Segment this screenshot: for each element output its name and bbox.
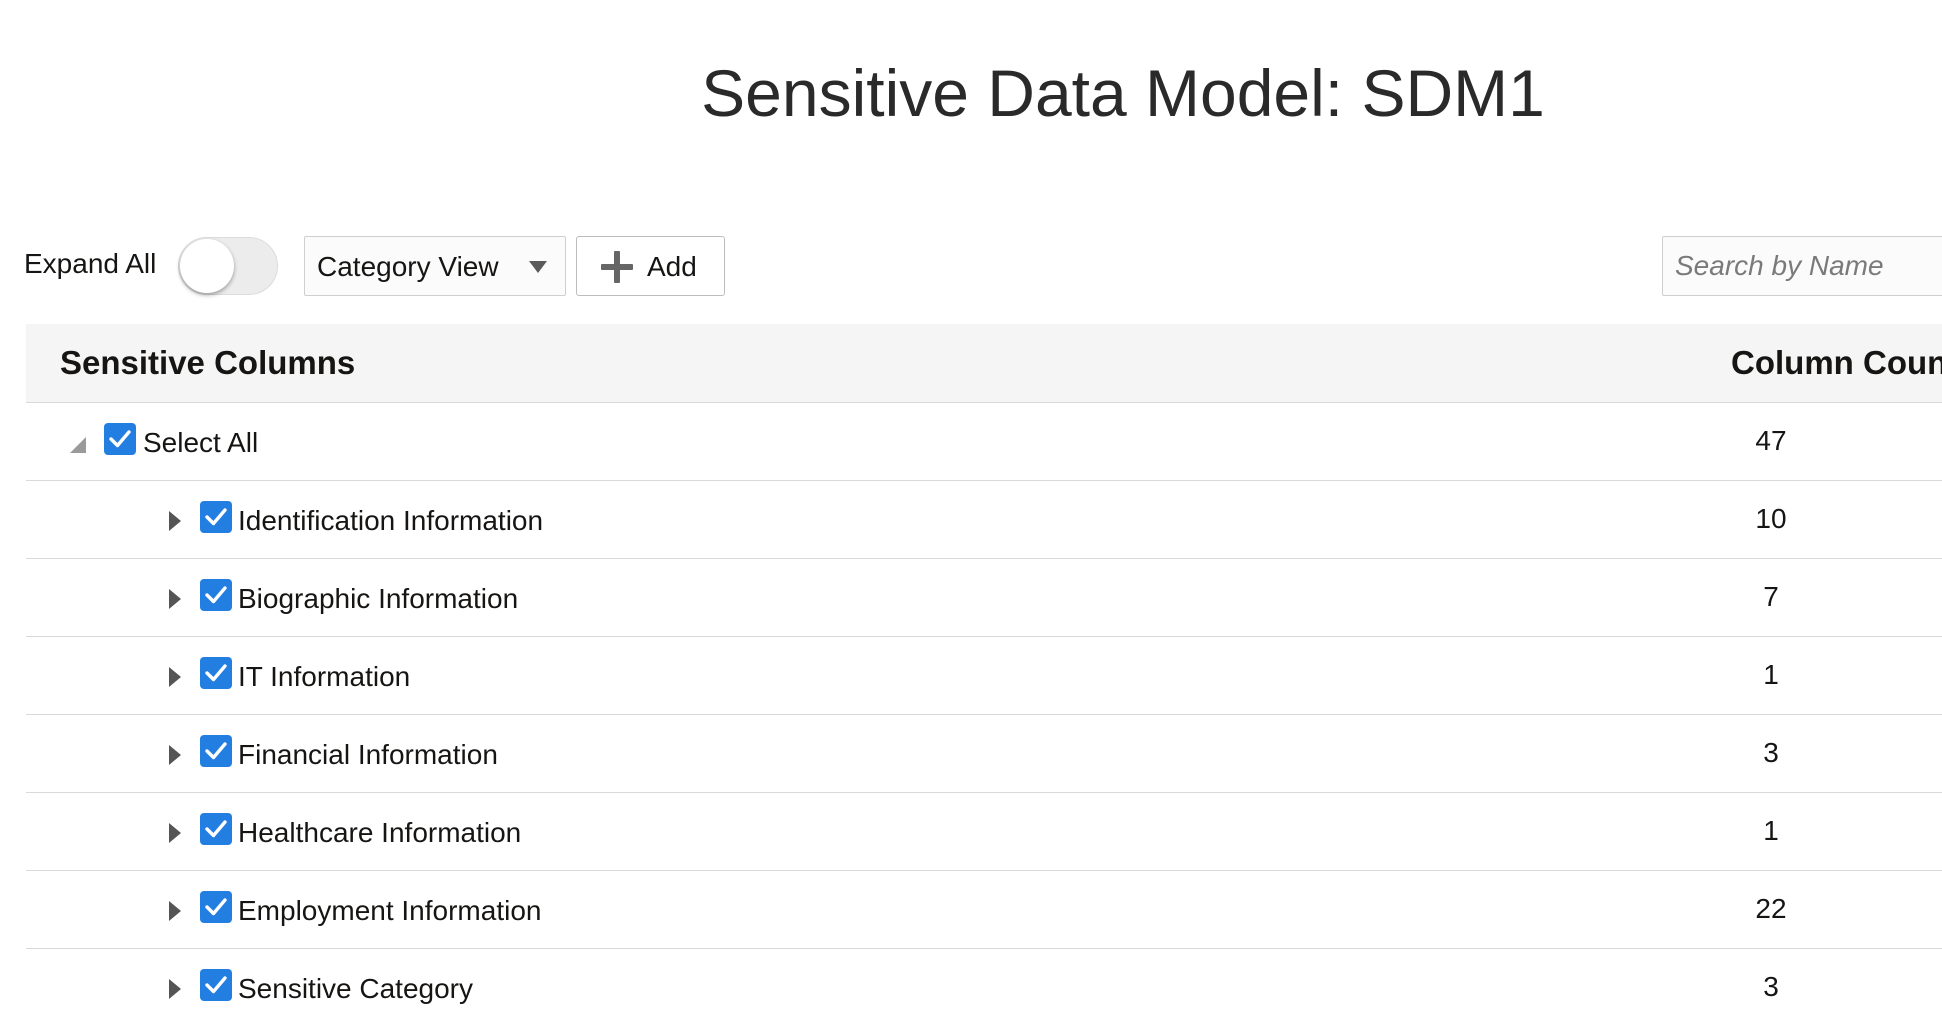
table-row: Identification Information 10 (26, 481, 1942, 559)
row-count: 1 (1763, 815, 1779, 846)
caret-down-icon[interactable] (70, 437, 86, 453)
page: Sensitive Data Model: SDM1 Expand All Ca… (0, 0, 1942, 1022)
row-checkbox[interactable] (200, 891, 232, 923)
column-header-column-count[interactable]: Column Count (1731, 344, 1942, 382)
checkmark-icon (205, 742, 227, 760)
checkmark-icon (205, 664, 227, 682)
caret-right-icon[interactable] (169, 901, 181, 921)
add-button[interactable]: Add (576, 236, 725, 296)
caret-right-icon[interactable] (169, 589, 181, 609)
plus-icon (601, 251, 633, 283)
caret-right-icon[interactable] (169, 979, 181, 999)
select-all-checkbox[interactable] (104, 423, 136, 455)
row-label: Sensitive Category (238, 973, 474, 1004)
row-label: Healthcare Information (238, 817, 522, 848)
view-select[interactable]: Category View (304, 236, 566, 296)
search-box[interactable] (1662, 236, 1942, 296)
row-count: 7 (1763, 581, 1779, 612)
checkmark-icon (205, 508, 227, 526)
caret-right-icon[interactable] (169, 823, 181, 843)
row-count: 22 (1755, 893, 1787, 924)
row-checkbox[interactable] (200, 969, 232, 1001)
sensitive-columns-table: Sensitive Columns Column Count Select Al… (26, 324, 1942, 1022)
row-label: Identification Information (238, 505, 544, 536)
row-label: Employment Information (238, 895, 542, 926)
view-select-value: Category View (317, 251, 499, 282)
caret-right-icon[interactable] (169, 745, 181, 765)
checkmark-icon (109, 430, 131, 448)
table-row: Sensitive Category 3 (26, 949, 1942, 1022)
row-count: 3 (1763, 971, 1779, 1002)
table-header: Sensitive Columns Column Count (26, 324, 1942, 403)
expand-all-label: Expand All (24, 248, 157, 279)
row-count: 3 (1763, 737, 1779, 768)
row-checkbox[interactable] (200, 657, 232, 689)
select-all-label: Select All (143, 427, 259, 458)
caret-right-icon[interactable] (169, 667, 181, 687)
row-checkbox[interactable] (200, 579, 232, 611)
toggle-knob (180, 239, 234, 293)
checkmark-icon (205, 586, 227, 604)
add-button-label: Add (647, 251, 697, 282)
checkmark-icon (205, 976, 227, 994)
row-count: 10 (1755, 503, 1787, 534)
table-row: Healthcare Information 1 (26, 793, 1942, 871)
row-checkbox[interactable] (200, 735, 232, 767)
checkmark-icon (205, 820, 227, 838)
checkmark-icon (205, 898, 227, 916)
row-label: IT Information (238, 661, 411, 692)
row-label: Financial Information (238, 739, 498, 770)
row-count: 1 (1763, 659, 1779, 690)
row-label: Biographic Information (238, 583, 519, 614)
select-all-count: 47 (1755, 425, 1787, 456)
row-checkbox[interactable] (200, 813, 232, 845)
search-input[interactable] (1663, 237, 1942, 295)
chevron-down-icon (529, 261, 547, 273)
column-header-sensitive-columns[interactable]: Sensitive Columns (60, 344, 355, 382)
table-row: Biographic Information 7 (26, 559, 1942, 637)
caret-right-icon[interactable] (169, 511, 181, 531)
table-row: Financial Information 3 (26, 715, 1942, 793)
expand-all-toggle[interactable] (178, 237, 278, 295)
table-row: IT Information 1 (26, 637, 1942, 715)
row-checkbox[interactable] (200, 501, 232, 533)
select-all-row: Select All 47 (26, 403, 1942, 481)
table-row: Employment Information 22 (26, 871, 1942, 949)
page-title: Sensitive Data Model: SDM1 (701, 56, 1545, 130)
